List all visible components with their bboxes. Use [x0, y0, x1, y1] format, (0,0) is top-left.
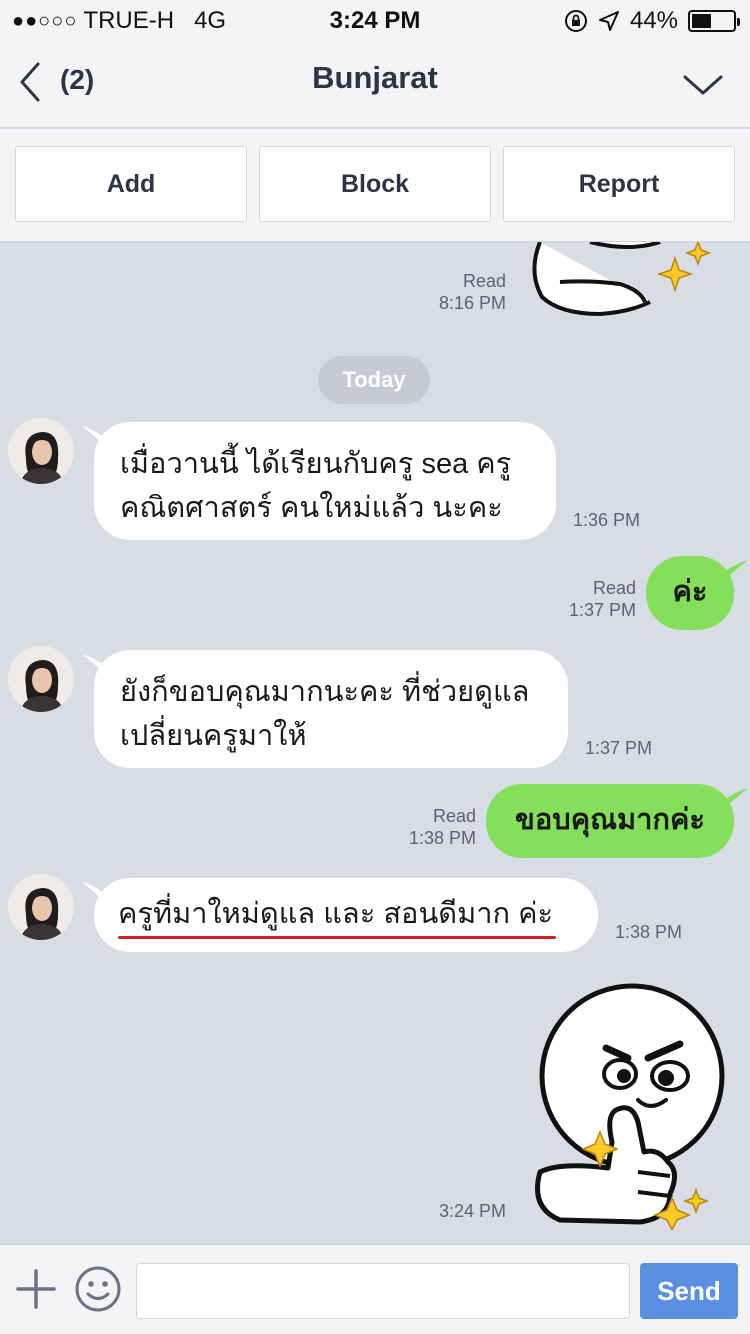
avatar[interactable]: [8, 646, 74, 712]
avatar[interactable]: [8, 418, 74, 484]
bubble-tail-own: [722, 788, 748, 810]
send-button[interactable]: Send: [640, 1263, 738, 1319]
report-button[interactable]: Report: [503, 146, 735, 222]
chevron-down-icon[interactable]: [682, 70, 724, 100]
message-bubble[interactable]: เมื่อวานนี้ ได้เรียนกับครู sea ครู คณิตศ…: [94, 422, 556, 540]
bubble-tail-own: [722, 560, 748, 582]
red-underline-annotation: [118, 936, 556, 939]
chat-header: (2) Bunjarat: [0, 40, 750, 128]
message-input[interactable]: [136, 1263, 630, 1319]
add-button[interactable]: Add: [15, 146, 247, 222]
battery-icon: [688, 10, 740, 32]
sticker-thumbs-up-partial: [532, 242, 712, 317]
message-bubble-own[interactable]: ขอบคุณมากค่ะ: [486, 784, 734, 858]
chat-area[interactable]: Read 8:16 PM Today เมื่อวานนี้ ได้เรียนก…: [0, 242, 750, 1244]
chat-title: Bunjarat: [312, 60, 438, 95]
avatar[interactable]: [8, 874, 74, 940]
message-bubble[interactable]: ยังก็ขอบคุณมากนะคะ ที่ช่วยดูแล เปลี่ยนคร…: [94, 650, 568, 768]
block-button[interactable]: Block: [259, 146, 491, 222]
sticker-time: 3:24 PM: [438, 1201, 506, 1221]
read-receipt: Read 1:37 PM: [568, 578, 636, 620]
battery-percent: 44%: [629, 7, 678, 34]
message-time: 1:36 PM: [572, 510, 640, 530]
date-divider: Today: [318, 356, 430, 404]
read-receipt: Read 1:38 PM: [408, 806, 476, 848]
status-bar: ●●○○○ TRUE-H 4G 3:24 PM 44%: [0, 0, 750, 40]
sticker-thumbs-up[interactable]: [520, 972, 730, 1230]
message-time: 1:38 PM: [614, 922, 682, 942]
sticker-read-receipt: Read 8:16 PM: [438, 271, 506, 313]
message-input-bar: Send: [0, 1244, 750, 1334]
message-bubble[interactable]: ครูที่มาใหม่ดูแล และ สอนดีมาก ค่ะ: [94, 878, 598, 952]
contact-action-bar: Add Block Report: [0, 129, 750, 242]
plus-icon[interactable]: [14, 1267, 58, 1311]
rotation-lock-icon: [564, 10, 587, 32]
message-bubble-own[interactable]: ค่ะ: [646, 556, 734, 630]
emoji-icon[interactable]: [74, 1265, 122, 1313]
location-arrow-icon: [598, 11, 619, 31]
message-time: 1:37 PM: [584, 738, 652, 758]
